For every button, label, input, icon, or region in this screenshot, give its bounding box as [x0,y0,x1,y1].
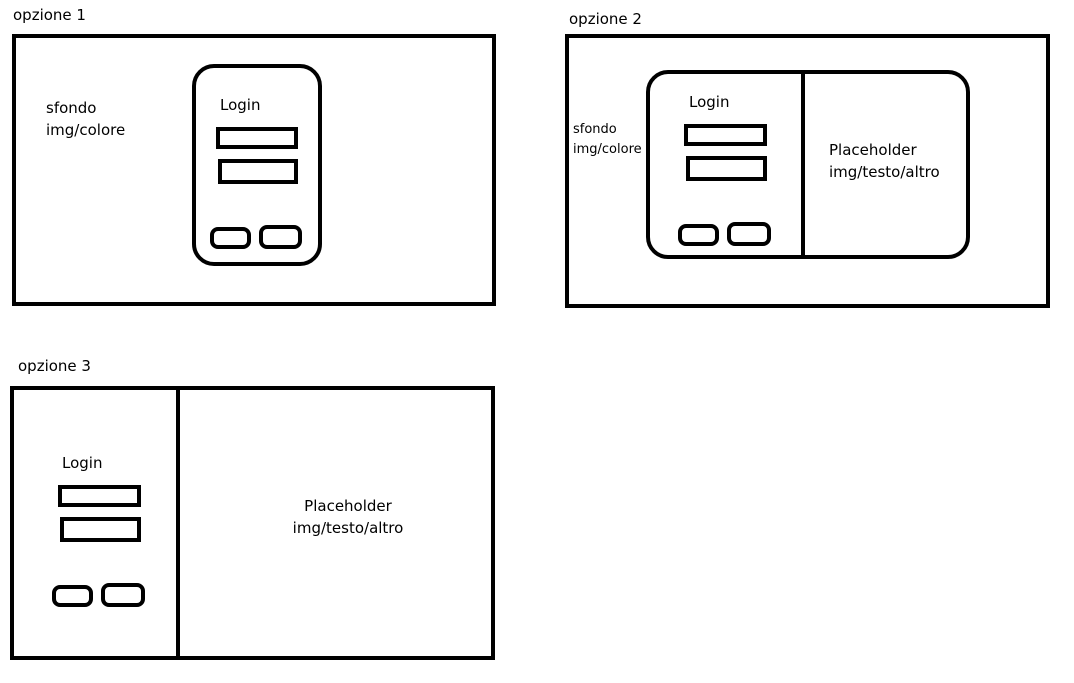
option2-placeholder-line1: Placeholder [829,141,917,159]
option3-button-left[interactable] [52,585,93,607]
option1-background-label-line2: img/colore [46,121,126,139]
option1-background-label-line1: sfondo [46,99,97,117]
option2-background-label-line2: img/colore [573,142,642,157]
option3-caption: opzione 3 [18,357,91,375]
option3-username-field[interactable] [58,485,141,507]
option2-card-divider [801,72,805,257]
option2-placeholder-line2: img/testo/altro [829,163,940,181]
option2-button-right[interactable] [727,222,771,246]
option3-placeholder-line2: img/testo/altro [292,519,404,537]
option2-username-field[interactable] [684,124,767,146]
option2-background-label-line1: sfondo [573,122,617,137]
option3-placeholder-line1: Placeholder [304,497,392,515]
option1-password-field[interactable] [218,159,298,184]
option2-button-left[interactable] [678,224,719,246]
option3-divider [176,388,180,658]
option3-login-title: Login [62,454,103,472]
option1-button-right[interactable] [259,225,302,249]
option3-button-right[interactable] [101,583,145,607]
option1-login-title: Login [220,96,261,114]
option2-caption: opzione 2 [569,10,642,28]
option1-username-field[interactable] [216,127,298,149]
option2-login-title: Login [689,93,730,111]
option3-password-field[interactable] [60,517,141,542]
option2-password-field[interactable] [686,156,767,181]
option1-caption: opzione 1 [13,6,86,24]
option1-button-left[interactable] [210,227,251,249]
